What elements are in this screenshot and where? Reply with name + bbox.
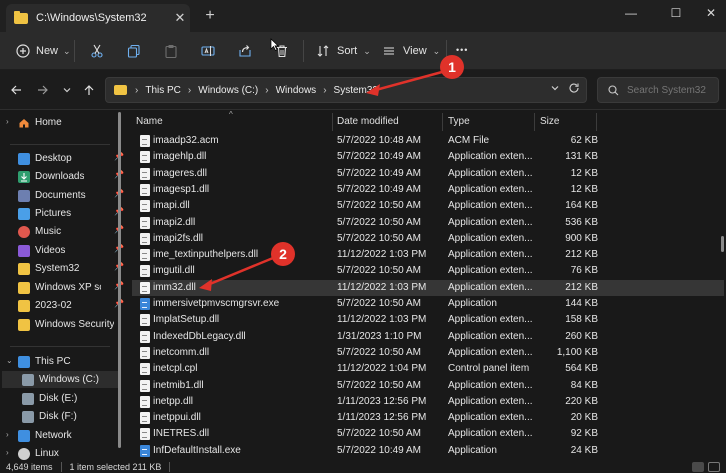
annotation-arrow-2 [204, 256, 274, 288]
annotation-arrowhead-2 [199, 279, 212, 291]
annotation-arrowhead-1 [366, 84, 380, 96]
annotation-badge-1: 1 [440, 55, 464, 79]
annotation-arrows [199, 70, 443, 291]
annotation-badge-2: 2 [271, 242, 295, 266]
annotation-arrow-1 [371, 70, 443, 93]
